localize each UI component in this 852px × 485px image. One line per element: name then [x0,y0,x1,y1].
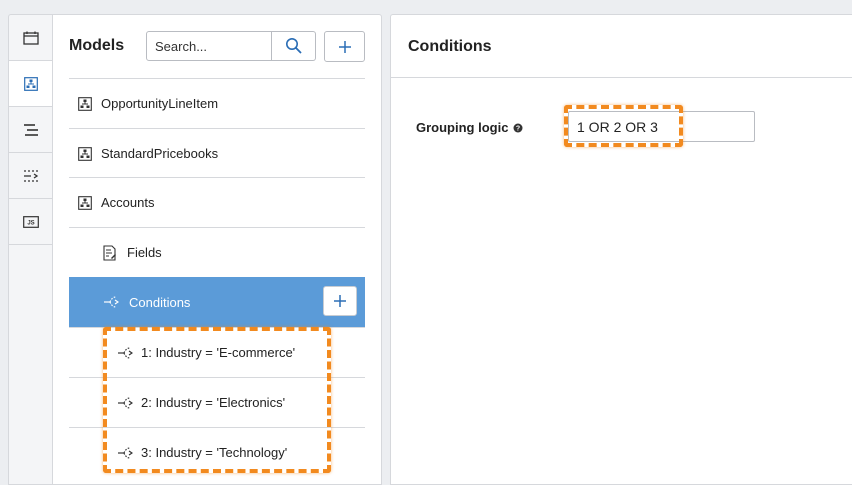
tree-item-fields[interactable]: Fields [69,227,365,277]
icon-rail: JS [8,14,53,485]
tree-item-label: Accounts [101,195,155,210]
tree-item-label: 2: Industry = 'Electronics' [141,395,286,410]
js-icon: JS [23,215,39,228]
tree-item-label: OpportunityLineItem [101,96,219,111]
model-icon [78,146,92,161]
tree-item-condition-1[interactable]: 1: Industry = 'E-commerce' [69,327,365,377]
condition-icon [117,396,133,410]
plus-icon [334,295,346,307]
condition-icon [103,295,119,309]
grouping-logic-label: Grouping logic ? [416,120,523,135]
rail-button-conditions[interactable] [9,153,53,199]
search-button[interactable] [272,31,316,61]
condition-icon [117,346,133,360]
help-icon[interactable]: ? [513,123,523,133]
grouping-logic-label-text: Grouping logic [416,120,509,135]
tree-item-conditions[interactable]: Conditions [69,277,365,327]
tree-item-standardpricebooks[interactable]: StandardPricebooks [69,128,365,178]
rail-button-list[interactable] [9,107,53,153]
tree-item-opportunitylineitem[interactable]: OpportunityLineItem [69,78,365,128]
svg-text:?: ? [516,125,520,132]
model-icon [78,195,92,210]
grouping-logic-input[interactable] [568,111,755,142]
list-icon [24,123,38,136]
models-title: Models [69,37,125,54]
model-icon [78,96,92,111]
tree-item-accounts[interactable]: Accounts [69,177,365,227]
fields-icon [103,244,117,261]
tree-item-condition-3[interactable]: 3: Industry = 'Technology' [69,427,365,477]
tree-item-label: Conditions [129,294,191,310]
rail-button-calendar[interactable] [9,15,53,61]
add-condition-button[interactable] [323,286,357,316]
tree-item-label: StandardPricebooks [101,146,219,161]
conditions-title: Conditions [408,38,492,55]
calendar-icon [23,31,39,45]
rail-button-models[interactable] [9,61,53,107]
condition-icon [117,446,133,460]
tree-item-label: 1: Industry = 'E-commerce' [141,345,296,360]
rail-button-js[interactable]: JS [9,199,53,245]
search-icon [285,38,302,54]
plus-icon [338,40,351,53]
tree-item-label: Fields [127,245,162,260]
model-icon [23,76,38,91]
conditions-panel: Conditions Grouping logic ? [390,14,852,485]
svg-text:JS: JS [27,220,34,226]
tree-item-label: 3: Industry = 'Technology' [141,445,288,460]
conditions-header: Conditions [391,15,852,78]
condition-list-icon [24,169,39,182]
tree-item-condition-2[interactable]: 2: Industry = 'Electronics' [69,377,365,427]
models-panel: Models OpportunityLineItem [52,14,382,485]
add-model-button[interactable] [324,31,365,62]
search-input[interactable] [146,31,272,61]
